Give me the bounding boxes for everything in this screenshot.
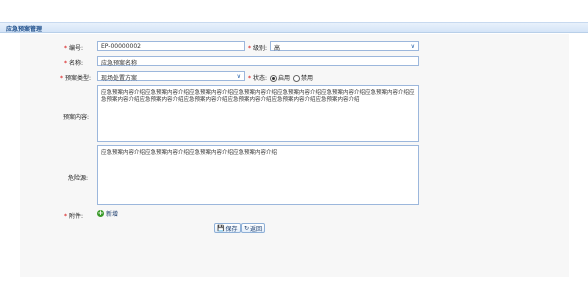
code-input[interactable]: EP-00000002 xyxy=(97,41,245,51)
type-label: * 预案类型: xyxy=(60,75,92,82)
type-select[interactable]: 现场处置方案 ∨ xyxy=(97,71,245,82)
content-textarea[interactable]: 应急预案内容介绍应急预案内容介绍应急预案内容介绍应急预案内容介绍应急预案内容介绍… xyxy=(97,85,419,142)
status-radio-enabled[interactable]: 启用 xyxy=(270,73,290,82)
back-button[interactable]: ↻ 返回 xyxy=(241,223,266,233)
name-label: * 名称: xyxy=(64,60,84,67)
plus-circle-icon: + xyxy=(97,209,104,217)
radio-selected-icon xyxy=(270,75,277,82)
radio-icon xyxy=(293,75,300,82)
app-window: 应急预案管理 * 编号: EP-00000002 * 级别: 高 ∨ * 名称: 应急… xyxy=(0,0,588,296)
hazard-label: 危险源: xyxy=(68,175,89,182)
status-label: * 状态: xyxy=(248,75,268,82)
panel-header: 应急预案管理 xyxy=(0,22,588,33)
code-label: * 编号: xyxy=(64,45,84,52)
hazard-textarea[interactable]: 应急预案内容介绍应急预案内容介绍应急预案内容介绍应急预案内容介绍 xyxy=(97,145,419,205)
content-label: 预案内容: xyxy=(63,114,90,121)
floppy-icon: 💾 xyxy=(217,224,225,232)
page-title: 应急预案管理 xyxy=(6,26,43,33)
status-radio-disabled[interactable]: 禁用 xyxy=(293,73,313,82)
attachment-label: * 附件: xyxy=(64,213,84,220)
save-button[interactable]: 💾 保存 xyxy=(214,223,241,233)
add-attachment-button[interactable]: + 新增 xyxy=(97,209,118,218)
level-label: * 级别: xyxy=(248,45,268,52)
level-select[interactable]: 高 ∨ xyxy=(270,41,419,52)
refresh-icon: ↻ xyxy=(244,224,250,232)
name-input[interactable]: 应急预案名称 xyxy=(97,56,419,67)
chevron-down-icon: ∨ xyxy=(236,73,241,80)
chevron-down-icon: ∨ xyxy=(410,43,415,50)
